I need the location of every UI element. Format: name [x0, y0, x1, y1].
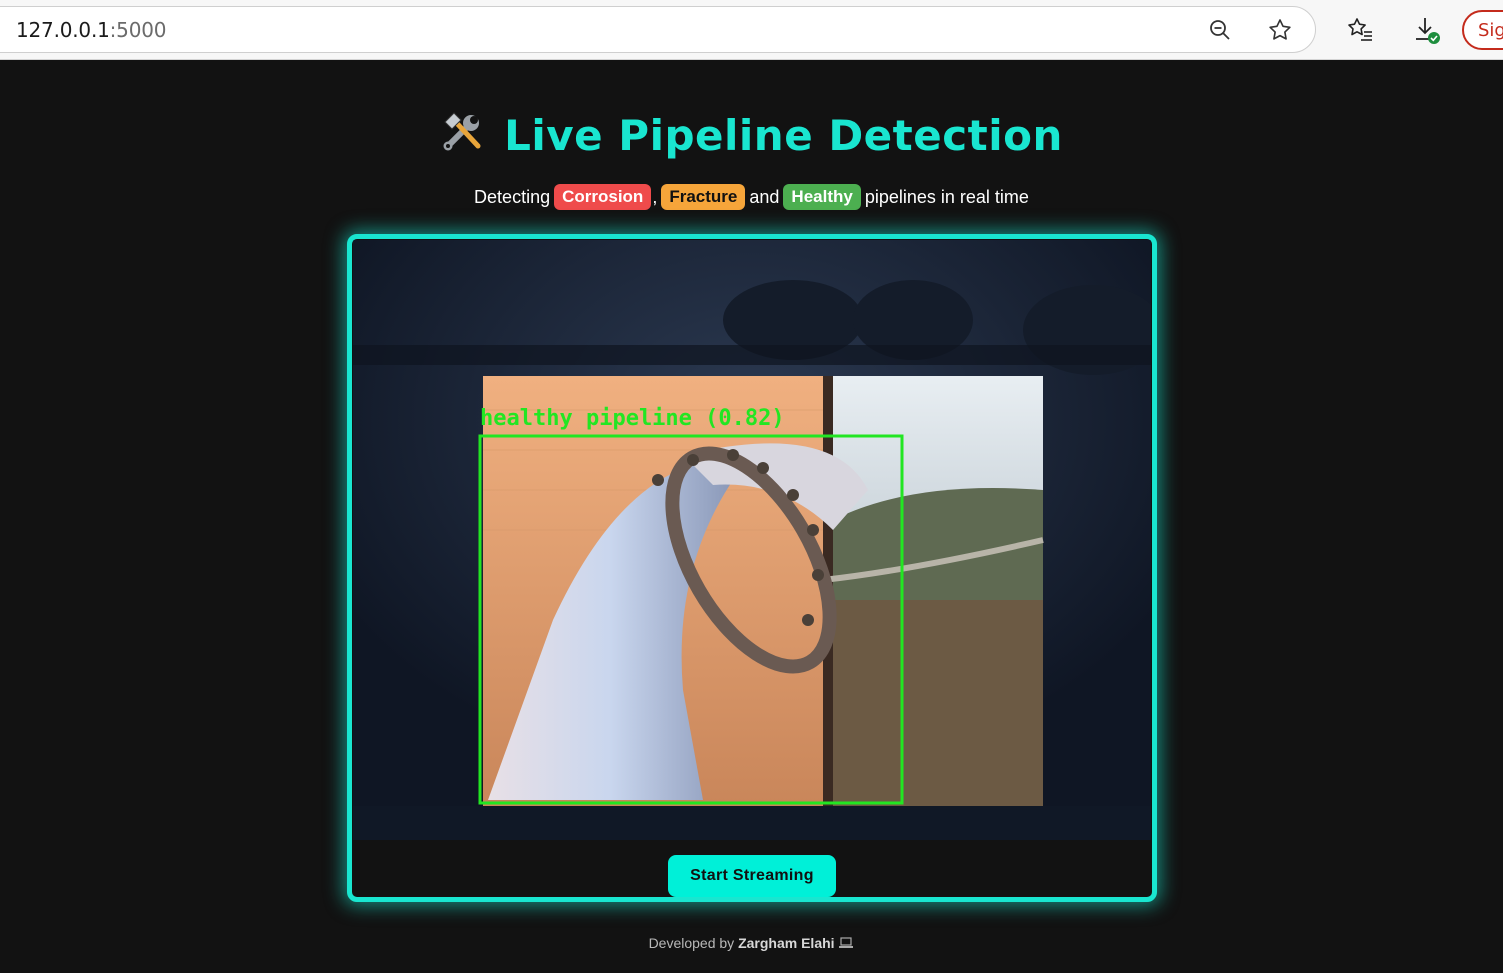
- page-header: Live Pipeline Detection: [0, 110, 1503, 161]
- browser-toolbar: 127.0.0.1:5000 Sig: [0, 0, 1503, 60]
- url-port: :5000: [109, 18, 167, 42]
- footer: Developed by Zargham Elahi: [0, 935, 1503, 951]
- favorites-list-icon[interactable]: [1345, 15, 1375, 45]
- laptop-icon: [838, 935, 854, 951]
- url-text[interactable]: 127.0.0.1:5000: [16, 18, 166, 42]
- subtitle-prefix: Detecting: [474, 186, 551, 207]
- detection-label: healthy pipeline (0.82): [480, 406, 785, 431]
- footer-prefix: Developed by: [648, 935, 735, 951]
- zoom-out-icon[interactable]: [1205, 15, 1235, 45]
- subtitle-suffix: pipelines in real time: [864, 186, 1029, 207]
- start-streaming-button[interactable]: Start Streaming: [668, 855, 836, 897]
- sign-in-button[interactable]: Sig: [1462, 10, 1503, 50]
- video-panel: healthy pipeline (0.82) Start Streaming: [347, 234, 1157, 902]
- video-feed: healthy pipeline (0.82): [353, 240, 1151, 840]
- downloads-icon[interactable]: [1412, 15, 1442, 45]
- subtitle: Detecting Corrosion , Fracture and Healt…: [0, 184, 1503, 210]
- fracture-badge: Fracture: [661, 184, 746, 210]
- page-title: Live Pipeline Detection: [504, 111, 1063, 160]
- corrosion-badge: Corrosion: [554, 184, 652, 210]
- subtitle-and: and: [749, 186, 780, 207]
- camera-frame-image: healthy pipeline (0.82): [353, 240, 1151, 840]
- page-body: Live Pipeline Detection Detecting Corros…: [0, 60, 1503, 973]
- footer-author: Zargham Elahi: [738, 935, 835, 951]
- address-bar[interactable]: 127.0.0.1:5000: [0, 6, 1316, 53]
- url-host: 127.0.0.1: [16, 18, 110, 42]
- hammer-and-wrench-icon: [440, 110, 486, 161]
- favorite-star-icon[interactable]: [1265, 15, 1295, 45]
- subtitle-comma: ,: [652, 186, 658, 207]
- healthy-badge: Healthy: [783, 184, 861, 210]
